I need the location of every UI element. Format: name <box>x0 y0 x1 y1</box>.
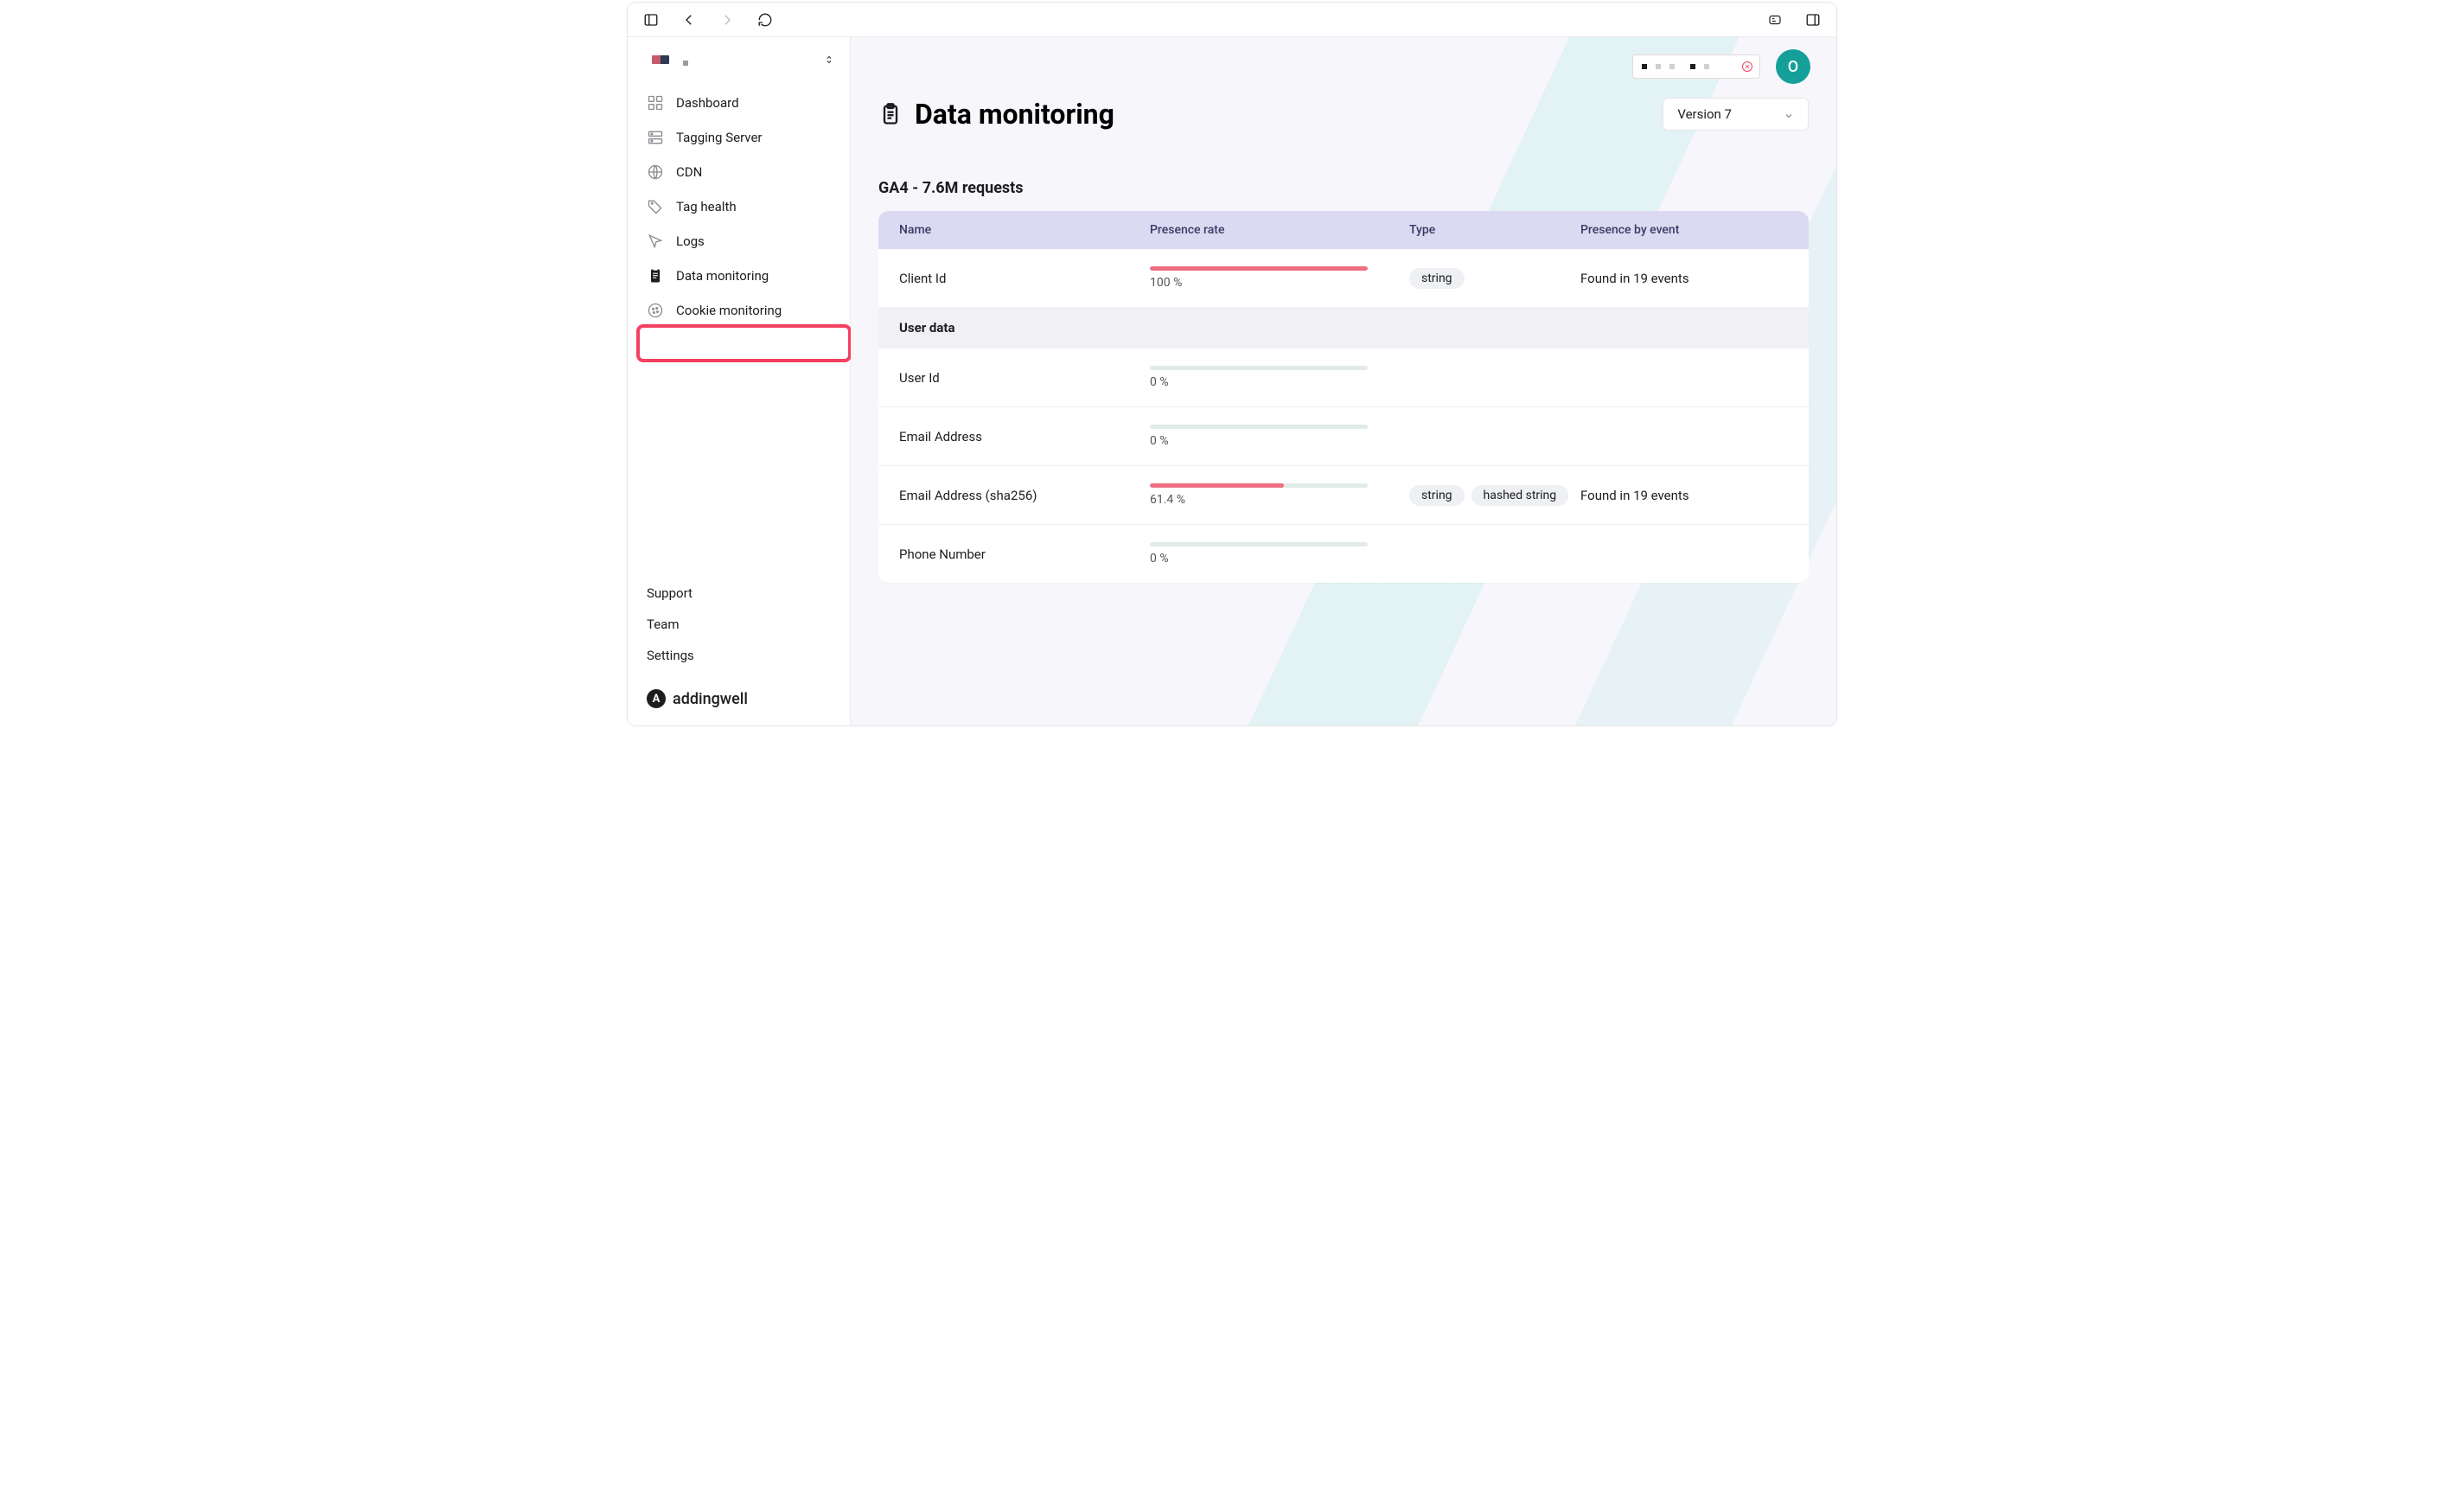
clipboard-icon <box>647 267 664 284</box>
col-type: Type <box>1409 223 1580 237</box>
table-header: Name Presence rate Type Presence by even… <box>878 211 1809 249</box>
col-name: Name <box>899 223 1150 237</box>
zoom-icon[interactable] <box>1767 12 1783 28</box>
reload-icon[interactable] <box>757 12 773 28</box>
chevron-down-icon <box>1784 109 1794 119</box>
sidebar-item-label: Tag health <box>676 199 737 214</box>
browser-toolbar <box>628 3 1836 37</box>
section-title: GA4 - 7.6M requests <box>878 179 1809 197</box>
nav-link-support[interactable]: Support <box>647 585 831 601</box>
cell-name: User Id <box>899 370 1150 386</box>
nav-link-settings[interactable]: Settings <box>647 648 831 663</box>
server-dot-icon <box>1669 64 1675 69</box>
sidebar-item-tagging-server[interactable]: Tagging Server <box>636 120 841 155</box>
brand-logo-icon: A <box>647 689 666 708</box>
brand: A addingwell <box>628 679 850 725</box>
cell-name: Email Address <box>899 429 1150 444</box>
table-row[interactable]: Email Address0 % <box>878 406 1809 465</box>
avatar[interactable]: O <box>1776 49 1810 84</box>
cell-presence-rate: 0 % <box>1150 425 1409 448</box>
cursor-icon <box>647 233 664 250</box>
server-dot-icon <box>1656 64 1661 69</box>
version-select[interactable]: Version 7 <box>1663 98 1809 131</box>
server-dot-icon <box>1690 64 1695 69</box>
col-presence-rate: Presence rate <box>1150 223 1409 237</box>
server-dot-icon <box>1642 64 1647 69</box>
sidebar-item-label: Cookie monitoring <box>676 303 782 318</box>
nav-link-team[interactable]: Team <box>647 617 831 632</box>
sidebar: Dashboard Tagging Server CDN <box>628 37 851 725</box>
cell-events: Found in 19 events <box>1580 271 1788 286</box>
sidebar-item-label: Logs <box>676 233 705 249</box>
col-presence-by-event: Presence by event <box>1580 223 1788 237</box>
table-row[interactable]: Phone Number0 % <box>878 524 1809 583</box>
panels-icon[interactable] <box>1805 12 1821 28</box>
globe-icon <box>647 163 664 181</box>
table-row[interactable]: User Id0 % <box>878 348 1809 406</box>
sidebar-item-data-monitoring[interactable]: Data monitoring <box>636 259 841 293</box>
secondary-nav: Support Team Settings <box>628 585 850 679</box>
sidebar-item-dashboard[interactable]: Dashboard <box>636 86 841 120</box>
cell-name: Phone Number <box>899 546 1150 562</box>
cell-presence-rate: 61.4 % <box>1150 483 1409 507</box>
page-title: Data monitoring <box>915 98 1114 131</box>
server-pill[interactable]: ✕ <box>1632 54 1760 79</box>
chevron-up-down-icon <box>824 51 834 68</box>
avatar-initial: O <box>1788 58 1798 76</box>
table-row[interactable]: Client Id100 %string Found in 19 events <box>878 249 1809 307</box>
data-table: Name Presence rate Type Presence by even… <box>878 211 1809 583</box>
sidebar-item-logs[interactable]: Logs <box>636 224 841 259</box>
dashboard-icon <box>647 94 664 112</box>
brand-name: addingwell <box>673 690 748 708</box>
workspace-switcher[interactable] <box>628 37 850 86</box>
server-dot-icon <box>1704 64 1709 69</box>
clipboard-icon <box>878 102 903 126</box>
target-icon: ✕ <box>1742 61 1752 72</box>
workspace-logo <box>652 55 669 64</box>
forward-icon[interactable] <box>719 12 735 28</box>
sidebar-item-label: Data monitoring <box>676 268 769 284</box>
sidebar-item-cdn[interactable]: CDN <box>636 155 841 189</box>
cell-presence-rate: 100 % <box>1150 266 1409 290</box>
sidebar-item-label: Tagging Server <box>676 130 763 145</box>
sidebar-item-label: CDN <box>676 164 702 180</box>
back-icon[interactable] <box>681 12 697 28</box>
table-group-row: User data <box>878 307 1809 348</box>
type-pill: hashed string <box>1471 485 1569 506</box>
type-pill: string <box>1409 268 1465 289</box>
panel-icon[interactable] <box>643 12 659 28</box>
main: ✕ O Data monitoring Version 7 <box>851 37 1836 725</box>
active-highlight <box>636 324 852 362</box>
sidebar-item-label: Dashboard <box>676 95 739 111</box>
version-label: Version 7 <box>1677 106 1732 122</box>
type-pill: string <box>1409 485 1465 506</box>
cell-name: Client Id <box>899 271 1150 286</box>
server-icon <box>647 129 664 146</box>
sidebar-item-cookie-monitoring[interactable]: Cookie monitoring <box>636 293 841 328</box>
primary-nav: Dashboard Tagging Server CDN <box>628 86 850 328</box>
cell-type: string hashed string <box>1409 485 1580 506</box>
topbar: ✕ O <box>851 37 1836 89</box>
cookie-icon <box>647 302 664 319</box>
cell-type: string <box>1409 268 1580 289</box>
cell-events: Found in 19 events <box>1580 488 1788 503</box>
cell-presence-rate: 0 % <box>1150 542 1409 566</box>
cell-name: Email Address (sha256) <box>899 488 1150 503</box>
tag-icon <box>647 198 664 215</box>
page-header: Data monitoring Version 7 <box>878 98 1809 131</box>
cell-presence-rate: 0 % <box>1150 366 1409 389</box>
sidebar-item-tag-health[interactable]: Tag health <box>636 189 841 224</box>
table-row[interactable]: Email Address (sha256)61.4 %string hashed… <box>878 465 1809 524</box>
workspace-dot <box>683 61 688 66</box>
